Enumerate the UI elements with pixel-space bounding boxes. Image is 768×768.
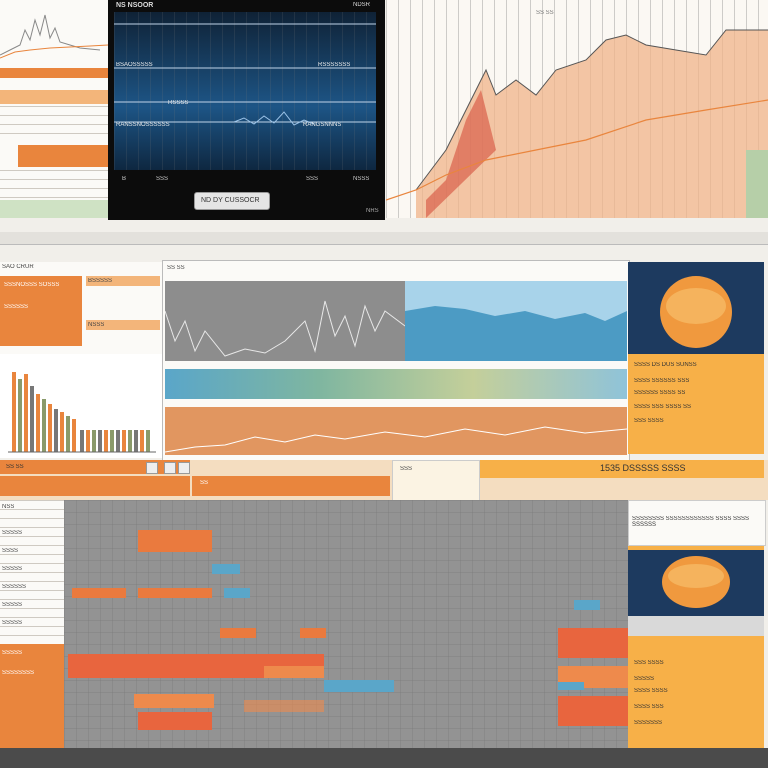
dark-chart-row-label: RSSSS xyxy=(168,100,189,106)
top-left-panel xyxy=(0,0,109,218)
heatmap-cell[interactable] xyxy=(244,700,324,712)
heatmap-cell[interactable] xyxy=(138,530,212,552)
mid-toolbar: SS SS SS SSS 1535 DSSSSS SSSS xyxy=(0,460,768,502)
heatmap-left-row: SSSSSSSS xyxy=(2,670,35,676)
search-icon[interactable] xyxy=(146,462,158,474)
right-card-1-line: SSSS DS DUS SUNSS xyxy=(634,362,697,368)
heatmap-left-row: SSSSS xyxy=(2,566,23,572)
dark-chart-action-label: ND DY CUSSOCR xyxy=(201,197,260,204)
row-list xyxy=(0,106,108,142)
right-card-2: SSSSSSSS SSSSSSSSSSSS SSSS SSSS SSSSSS S… xyxy=(628,500,766,748)
mid-toolbar-orange-label: 1535 DSSSSS SSSS xyxy=(600,463,686,473)
grey-chart-line xyxy=(165,300,405,357)
mid-left-row: SSSSSS xyxy=(4,304,29,310)
row-list xyxy=(0,170,108,200)
right-card-1-line: SSSS SSS SSSS SS xyxy=(634,404,692,410)
right-card-2-line: SSSSS xyxy=(634,676,655,682)
right-card-2-grey-row xyxy=(628,616,764,636)
heatmap-cell[interactable] xyxy=(264,666,324,678)
mid-left-header: SAO CRUR xyxy=(2,264,34,270)
mid-left-row: SSSNOSSS SOSSS xyxy=(4,282,60,288)
heatmap-left-row: SSSS xyxy=(2,548,19,554)
mini-line-chart xyxy=(0,14,108,59)
blue-chart-area xyxy=(405,306,627,361)
heatmap-left-list: NSS SSSSS SSSS SSSSS SSSSSS SSSSS SSSSS … xyxy=(0,500,64,748)
orange-row xyxy=(18,145,108,167)
right-card-2-line: SSSS SSSS xyxy=(634,688,668,694)
dark-chart-lines xyxy=(114,23,376,126)
dark-chart-right-label: RSSSSSSS xyxy=(318,62,351,68)
orange-row xyxy=(0,68,108,78)
heatmap-left-row: SSSSS xyxy=(2,650,23,656)
list-item-label: BSSSSS xyxy=(88,278,113,284)
dark-chart-title: NS NSOOR xyxy=(116,2,154,9)
x-axis-label: SSS xyxy=(306,176,319,182)
toolbar-strip xyxy=(0,232,768,245)
heatmap-cell[interactable] xyxy=(300,628,326,638)
heatmap-left-row: SSSSS xyxy=(2,620,23,626)
heatmap-grid xyxy=(64,500,628,748)
orange-row xyxy=(0,90,108,104)
mid-toolbar-tab[interactable]: SS SS xyxy=(6,464,24,470)
candle-chart-area xyxy=(386,29,768,218)
status-bar xyxy=(0,748,768,768)
right-card-2-line: SSSSSSS xyxy=(634,720,663,726)
mid-left-panel: SAO CRUR SSSNOSSS SOSSS SSSSSS xyxy=(0,262,82,354)
heatmap-cell[interactable] xyxy=(558,696,628,726)
heatmap-left-row: SSSSSS xyxy=(2,584,27,590)
right-card-1-line: SSSSSS SSSS SS xyxy=(634,390,686,396)
dark-chart-row-label: BSAOSSSSS xyxy=(116,62,153,68)
heatmap-cell[interactable] xyxy=(558,628,628,658)
orange-row xyxy=(192,476,390,496)
heatmap-cell[interactable] xyxy=(220,628,256,638)
dark-chart-top-right-label: NDSR xyxy=(353,2,371,8)
mid-toolbar-tab-bar xyxy=(0,460,190,474)
right-card-1-line: SSSS SSSSSS SSS xyxy=(634,378,690,384)
candle-chart-panel: SS SS xyxy=(386,0,768,218)
heatmap-cell[interactable] xyxy=(224,588,250,598)
heatmap-left-row: SSSSS xyxy=(2,602,23,608)
heatmap-left-row: NSS xyxy=(2,504,15,510)
teal-band xyxy=(165,369,627,399)
green-area xyxy=(0,200,108,218)
dark-chart-window: NS NSOOR NDSR BSAOSSSSS RSSSS RANSSNOSSS… xyxy=(108,0,385,220)
right-card-2-line: SSS SSSS xyxy=(634,660,664,666)
heatmap-cell[interactable] xyxy=(574,600,600,610)
heatmap-cell[interactable] xyxy=(138,712,212,730)
heatmap-cell[interactable] xyxy=(72,588,126,598)
list-item-label: NSSS xyxy=(88,322,105,328)
orange-planet-graphic xyxy=(662,556,730,608)
mid-toolbar-tab[interactable]: SSS xyxy=(400,466,412,472)
mini-chart-header-label: SS SS xyxy=(167,265,185,271)
orange-band-line xyxy=(165,426,627,453)
right-card-2-line: SSSS SSS xyxy=(634,704,664,710)
x-axis-label: NSSS xyxy=(353,176,370,182)
dark-chart-corner-label: NRS xyxy=(366,208,379,214)
mini-chart-panel: SS SS xyxy=(162,260,630,462)
bar-chart-panel xyxy=(0,354,162,458)
heatmap-cell[interactable] xyxy=(138,588,212,598)
dark-chart-right-label: RANGSNNNS xyxy=(303,122,342,128)
close-icon[interactable] xyxy=(178,462,190,474)
orange-row xyxy=(0,476,190,496)
right-card-2-text: SSSSSSSS SSSSSSSSSSSS SSSS SSSS SSSSSS xyxy=(632,516,750,528)
dark-chart-action-button[interactable]: ND DY CUSSOCR xyxy=(194,192,270,210)
heatmap-cell[interactable] xyxy=(324,680,394,692)
heatmap-cell[interactable] xyxy=(558,682,584,690)
heatmap-cell[interactable] xyxy=(212,564,240,574)
right-card-1: SSSS DS DUS SUNSS SSSS SSSSSS SSS SSSSSS… xyxy=(628,262,764,454)
bar-chart xyxy=(8,372,156,453)
filter-icon[interactable] xyxy=(164,462,176,474)
heatmap-left-row: SSSSS xyxy=(2,530,23,536)
orange-block xyxy=(0,644,64,748)
x-axis-label: SSS xyxy=(156,176,169,182)
x-axis-label: B xyxy=(122,176,127,182)
mid-left-list: BSSSSS NSSS xyxy=(82,262,162,354)
heatmap-cell[interactable] xyxy=(134,694,214,708)
orange-circle-graphic xyxy=(660,276,732,348)
right-card-1-line: SSS SSSS xyxy=(634,418,664,424)
mid-toolbar-tab[interactable]: SS xyxy=(200,480,208,486)
dark-chart-row-label: RANSSNOSSSSSS xyxy=(116,122,170,128)
